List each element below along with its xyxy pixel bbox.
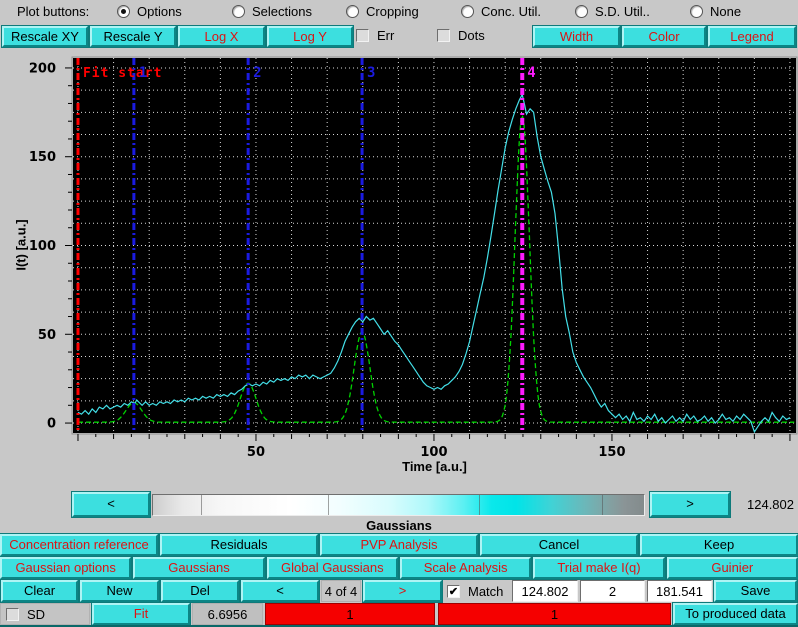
radio-none[interactable]: None [690, 4, 741, 19]
save-button[interactable]: Save [714, 580, 797, 602]
svg-text:50: 50 [247, 445, 265, 460]
sd-label: SD [27, 607, 45, 622]
match-checkbox-row[interactable]: ✔ Match [447, 584, 503, 599]
radio-circle-icon[interactable] [575, 5, 588, 18]
radio-label: Cropping [366, 4, 419, 19]
radio-conc-util-[interactable]: Conc. Util. [461, 4, 541, 19]
somo-hplc-window: Plot buttons: Options Selections Cropping C… [0, 0, 798, 627]
match-checkbox[interactable]: ✔ [447, 585, 460, 598]
modes-row: Gaussian options Gaussians Global Gaussi… [0, 557, 798, 579]
gaussian-options-button[interactable]: Gaussian options [0, 557, 131, 579]
radio-circle-icon[interactable] [461, 5, 474, 18]
err-label: Err [377, 28, 394, 43]
wheel-notch [602, 495, 603, 515]
clear-button[interactable]: Clear [1, 580, 78, 602]
sd-checkbox-cell[interactable]: SD [0, 603, 90, 625]
dots-label: Dots [458, 28, 485, 43]
rmsd-value: 6.6956 [192, 603, 263, 625]
position-wheel-row: < > 124.802 [0, 490, 798, 519]
sd-checkbox[interactable] [6, 608, 19, 621]
svg-text:50: 50 [38, 328, 56, 343]
to-produced-data-button[interactable]: To produced data [673, 603, 798, 625]
cancel-button[interactable]: Cancel [480, 534, 638, 556]
gaussian-center-input[interactable] [512, 580, 578, 602]
gaussians-button[interactable]: Gaussians [133, 557, 264, 579]
svg-text:3: 3 [367, 65, 376, 81]
gaussian-height-input[interactable] [647, 580, 712, 602]
pvp-analysis-button[interactable]: PVP Analysis [320, 534, 478, 556]
prev-gaussian-button[interactable]: < [241, 580, 319, 602]
err-checkbox-row[interactable]: Err [356, 28, 394, 43]
svg-text:100: 100 [29, 239, 56, 254]
dots-checkbox[interactable] [437, 29, 450, 42]
next-gaussian-button[interactable]: > [363, 580, 442, 602]
y-axis-title: I(t) [a.u.] [14, 219, 29, 270]
svg-text:4: 4 [527, 65, 536, 81]
svg-text:1: 1 [139, 65, 148, 81]
radio-cropping[interactable]: Cropping [346, 4, 419, 19]
radio-label: None [710, 4, 741, 19]
dots-checkbox-row[interactable]: Dots [437, 28, 485, 43]
new-button[interactable]: New [80, 580, 159, 602]
svg-text:2: 2 [253, 65, 262, 81]
wheel-notch [479, 495, 480, 515]
svg-text:0: 0 [47, 417, 56, 432]
svg-text:150: 150 [598, 445, 625, 460]
gaussian-width-input[interactable] [580, 580, 645, 602]
radio-circle-icon[interactable] [117, 5, 130, 18]
fit-button[interactable]: Fit [92, 603, 190, 625]
svg-text:100: 100 [420, 445, 447, 460]
plot-toolbar: Rescale XY Rescale Y Log X Log Y Err Dot… [0, 25, 798, 48]
width-button[interactable]: Width [533, 26, 620, 47]
gaussian-edit-row: Clear New Del < 4 of 4 > ✔ Match Save [0, 580, 798, 602]
wheel-right-button[interactable]: > [650, 492, 730, 517]
del-button[interactable]: Del [161, 580, 239, 602]
wheel-notch [328, 495, 329, 515]
radio-circle-icon[interactable] [346, 5, 359, 18]
concentration-reference-button[interactable]: Concentration reference [0, 534, 158, 556]
log-y-button[interactable]: Log Y [267, 26, 353, 47]
svg-text:200: 200 [29, 61, 56, 76]
radio-label: S.D. Util.. [595, 4, 650, 19]
radio-label: Conc. Util. [481, 4, 541, 19]
position-wheel[interactable] [152, 494, 645, 516]
radio-label: Selections [252, 4, 312, 19]
log-x-button[interactable]: Log X [178, 26, 265, 47]
radio-selections[interactable]: Selections [232, 4, 312, 19]
legend-button[interactable]: Legend [708, 26, 796, 47]
wheel-value: 124.802 [734, 497, 794, 512]
radio-circle-icon[interactable] [690, 5, 703, 18]
radio-s-d-util-[interactable]: S.D. Util.. [575, 4, 650, 19]
wheel-left-button[interactable]: < [72, 492, 150, 517]
trial-make-iq-button[interactable]: Trial make I(q) [533, 557, 664, 579]
scale-analysis-button[interactable]: Scale Analysis [400, 557, 531, 579]
rescale-xy-button[interactable]: Rescale XY [2, 26, 88, 47]
match-label: Match [468, 584, 503, 599]
guinier-button[interactable]: Guinier [667, 557, 798, 579]
keep-button[interactable]: Keep [640, 534, 798, 556]
wheel-notch [201, 495, 202, 515]
plot-buttons-label: Plot buttons: [17, 4, 89, 19]
radio-options[interactable]: Options [117, 4, 182, 19]
x-axis-title: Time [a.u.] [73, 459, 796, 474]
global-gaussians-button[interactable]: Global Gaussians [267, 557, 398, 579]
svg-text:150: 150 [29, 150, 56, 165]
rescale-y-button[interactable]: Rescale Y [90, 26, 176, 47]
radio-circle-icon[interactable] [232, 5, 245, 18]
gaussian-position-label: 4 of 4 [321, 580, 361, 602]
actions-row: Concentration reference Residuals PVP An… [0, 534, 798, 556]
fit-progress-field-2: 1 [438, 603, 671, 625]
svg-text:Fit start: Fit start [83, 66, 162, 81]
residuals-button[interactable]: Residuals [160, 534, 318, 556]
fit-progress-field-1: 1 [265, 603, 435, 625]
radio-label: Options [137, 4, 182, 19]
fit-row: SD Fit 6.6956 1 1 To produced data [0, 603, 798, 625]
plot-area[interactable]: Fit start1 2 3 4 50 100 150 0 50 100 150 200 I(t) [… [0, 49, 798, 487]
err-checkbox[interactable] [356, 29, 369, 42]
gaussians-title: Gaussians [0, 518, 798, 533]
plot-canvas[interactable]: Fit start1 2 3 4 50 100 150 0 50 100 150 200 [0, 49, 798, 487]
plot-buttons-row: Plot buttons: Options Selections Cropping C… [0, 0, 798, 24]
color-button[interactable]: Color [622, 26, 706, 47]
